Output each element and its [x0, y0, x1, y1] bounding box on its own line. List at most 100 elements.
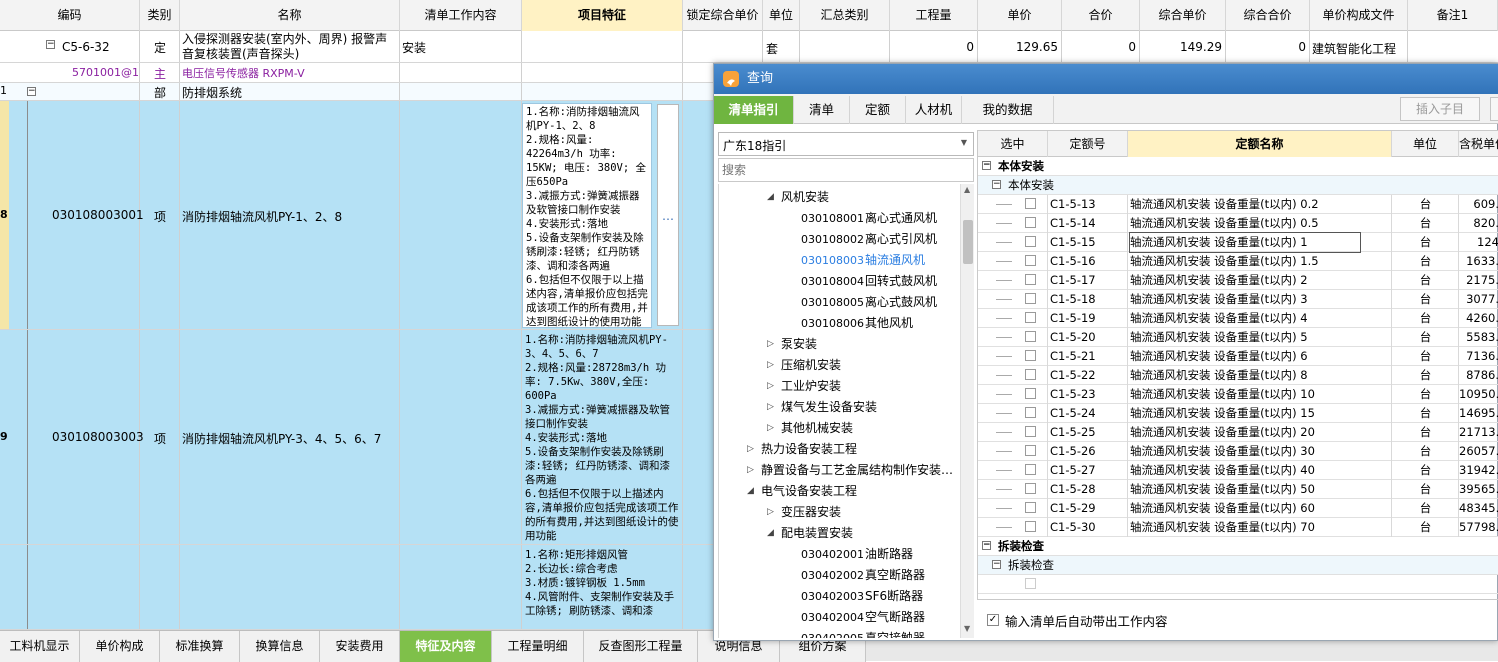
search-box[interactable]: [718, 158, 974, 182]
dialog-tab[interactable]: 我的数据: [962, 96, 1054, 124]
tree-node[interactable]: 030108002 离心式引风机: [719, 229, 959, 250]
dialog-tab[interactable]: 人材机: [906, 96, 962, 124]
collapsed-icon[interactable]: ▷: [767, 502, 774, 523]
collapsed-icon[interactable]: ▷: [767, 334, 774, 355]
quota-row[interactable]: C1-5-16 轴流通风机安装 设备重量(t以内) 1.5 台 1633.: [978, 252, 1498, 271]
item-name[interactable]: 电压信号传感器 RXPM-V: [182, 65, 305, 81]
grid-header-cell[interactable]: 编码: [0, 0, 140, 31]
grid-header-cell[interactable]: 锁定综合单价: [683, 0, 763, 31]
quota-row[interactable]: C1-5-27 轴流通风机安装 设备重量(t以内) 40 台 31942.: [978, 461, 1498, 480]
tree-node[interactable]: ▷ 煤气发生设备安装: [719, 397, 959, 418]
quota-name[interactable]: 轴流通风机安装 设备重量(t以内) 1: [1129, 232, 1361, 253]
scroll-up-icon[interactable]: ▲: [964, 185, 970, 194]
quota-header-cell[interactable]: 定额名称: [1128, 131, 1392, 157]
grid-header-cell[interactable]: 备注1: [1408, 0, 1498, 31]
collapsed-icon[interactable]: ▷: [767, 397, 774, 418]
row-checkbox[interactable]: [1025, 198, 1036, 209]
guide-select[interactable]: 广东18指引 ▼: [718, 132, 974, 156]
group-header[interactable]: − 本体安装: [978, 157, 1498, 176]
row-checkbox[interactable]: [1025, 521, 1036, 532]
feature-text[interactable]: 1.名称:消防排烟轴流风机PY-3、4、5、6、7 2.规格:风量:28728m…: [522, 332, 682, 543]
tree-node[interactable]: 030402002 真空断路器: [719, 565, 959, 586]
grid-header-cell[interactable]: 综合合价: [1226, 0, 1310, 31]
quota-row[interactable]: C1-5-24 轴流通风机安装 设备重量(t以内) 15 台 14695.: [978, 404, 1498, 423]
quota-name[interactable]: 轴流通风机安装 设备重量(t以内) 40: [1130, 461, 1315, 480]
search-input[interactable]: [722, 161, 970, 179]
collapse-icon[interactable]: −: [982, 541, 991, 550]
collapse-icon[interactable]: −: [27, 87, 36, 96]
quota-name[interactable]: 轴流通风机安装 设备重量(t以内) 0.2: [1130, 195, 1319, 214]
feature-text[interactable]: 1.名称:矩形排烟风管 2.长边长:综合考虑 3.材质:镀锌钢板 1.5mm 4…: [522, 547, 682, 628]
row-checkbox[interactable]: [1025, 236, 1036, 247]
row-checkbox[interactable]: [1025, 578, 1036, 589]
collapsed-icon[interactable]: ▷: [767, 418, 774, 439]
row-checkbox[interactable]: [1025, 217, 1036, 228]
tree-node[interactable]: 030108005 离心式鼓风机: [719, 292, 959, 313]
grid-header-cell[interactable]: 类别: [140, 0, 180, 31]
quota-row[interactable]: C1-5-15 轴流通风机安装 设备重量(t以内) 1 台 124: [978, 232, 1498, 253]
row-checkbox[interactable]: [1025, 331, 1036, 342]
scroll-thumb[interactable]: [963, 220, 973, 264]
row-checkbox[interactable]: [1025, 445, 1036, 456]
bottom-tab[interactable]: 安装费用: [320, 631, 400, 662]
insert-subitem-button[interactable]: 插入子目: [1400, 97, 1480, 121]
grid-header-cell[interactable]: 工程量: [890, 0, 978, 31]
collapsed-icon[interactable]: ▷: [747, 460, 754, 481]
quota-header-cell[interactable]: 选中: [978, 131, 1048, 157]
quota-name[interactable]: 轴流通风机安装 设备重量(t以内) 3: [1130, 290, 1308, 309]
tree-node[interactable]: ▷ 热力设备安装工程: [719, 439, 959, 460]
tree-node[interactable]: 030402005真空接触器: [719, 628, 959, 638]
tree-node[interactable]: ◢ 风机安装: [719, 187, 959, 208]
row-checkbox[interactable]: [1025, 255, 1036, 266]
bottom-tab[interactable]: 特征及内容: [400, 631, 492, 662]
extra-button[interactable]: [1490, 97, 1498, 121]
quota-row[interactable]: C1-5-23 轴流通风机安装 设备重量(t以内) 10 台 10950.: [978, 385, 1498, 404]
tree-node[interactable]: ▷ 变压器安装: [719, 502, 959, 523]
row-checkbox[interactable]: [1025, 350, 1036, 361]
item-name[interactable]: 防排烟系统: [182, 84, 242, 101]
quota-name[interactable]: 轴流通风机安装 设备重量(t以内) 50: [1130, 480, 1315, 499]
dialog-tab[interactable]: 定额: [850, 96, 906, 124]
quota-name[interactable]: 轴流通风机安装 设备重量(t以内) 2: [1130, 271, 1308, 290]
tree-node[interactable]: ▷ 泵安装: [719, 334, 959, 355]
grid-header-cell[interactable]: 单价构成文件: [1310, 0, 1408, 31]
bottom-tab[interactable]: 换算信息: [240, 631, 320, 662]
quota-header-cell[interactable]: 含税单价: [1459, 131, 1498, 157]
quota-name[interactable]: 轴流通风机安装 设备重量(t以内) 30: [1130, 442, 1315, 461]
item-name[interactable]: 消防排烟轴流风机PY-1、2、8: [182, 208, 342, 225]
bottom-tab[interactable]: 工程量明细: [492, 631, 584, 662]
bottom-tab[interactable]: 反查图形工程量: [584, 631, 698, 662]
expanded-icon[interactable]: ◢: [767, 523, 774, 544]
collapsed-icon[interactable]: ▷: [767, 376, 774, 397]
grid-header-cell[interactable]: 汇总类别: [800, 0, 890, 31]
tree-node[interactable]: 030108004 回转式鼓风机: [719, 271, 959, 292]
grid-header-cell[interactable]: 项目特征: [522, 0, 683, 31]
quota-row[interactable]: C1-5-20 轴流通风机安装 设备重量(t以内) 5 台 5583.: [978, 328, 1498, 347]
row-checkbox[interactable]: [1025, 274, 1036, 285]
quota-name[interactable]: 轴流通风机安装 设备重量(t以内) 20: [1130, 423, 1315, 442]
row-checkbox[interactable]: [1025, 312, 1036, 323]
row-checkbox[interactable]: [1025, 293, 1036, 304]
quota-name[interactable]: 轴流通风机安装 设备重量(t以内) 10: [1130, 385, 1315, 404]
quota-name[interactable]: 轴流通风机安装 设备重量(t以内) 60: [1130, 499, 1315, 518]
quota-row[interactable]: C1-5-29 轴流通风机安装 设备重量(t以内) 60 台 48345.: [978, 499, 1498, 518]
quota-header-cell[interactable]: 定额号: [1048, 131, 1128, 157]
grid-header-cell[interactable]: 单位: [763, 0, 800, 31]
collapse-icon[interactable]: −: [992, 180, 1001, 189]
scroll-down-icon[interactable]: ▼: [964, 624, 970, 633]
quota-name[interactable]: 轴流通风机安装 设备重量(t以内) 15: [1130, 404, 1315, 423]
bottom-tab[interactable]: 单价构成: [80, 631, 160, 662]
grid-header-cell[interactable]: 合价: [1062, 0, 1140, 31]
quota-header-cell[interactable]: 单位: [1392, 131, 1459, 157]
tree-node[interactable]: 030108003 轴流通风机: [719, 250, 959, 271]
grid-header-cell[interactable]: 清单工作内容: [400, 0, 522, 31]
collapse-icon[interactable]: −: [992, 560, 1001, 569]
grid-header-cell[interactable]: 单价: [978, 0, 1062, 31]
bottom-tab[interactable]: 标准换算: [160, 631, 240, 662]
quota-row[interactable]: C1-5-18 轴流通风机安装 设备重量(t以内) 3 台 3077.: [978, 290, 1498, 309]
tree-node[interactable]: ◢ 电气设备安装工程: [719, 481, 959, 502]
quota-row[interactable]: C1-5-13 轴流通风机安装 设备重量(t以内) 0.2 台 609.: [978, 195, 1498, 214]
quota-row[interactable]: C1-5-22 轴流通风机安装 设备重量(t以内) 8 台 8786.: [978, 366, 1498, 385]
tree-node[interactable]: ▷ 静置设备与工艺金属结构制作安装…: [719, 460, 959, 481]
quota-row[interactable]: C1-5-30 轴流通风机安装 设备重量(t以内) 70 台 57798.: [978, 518, 1498, 537]
